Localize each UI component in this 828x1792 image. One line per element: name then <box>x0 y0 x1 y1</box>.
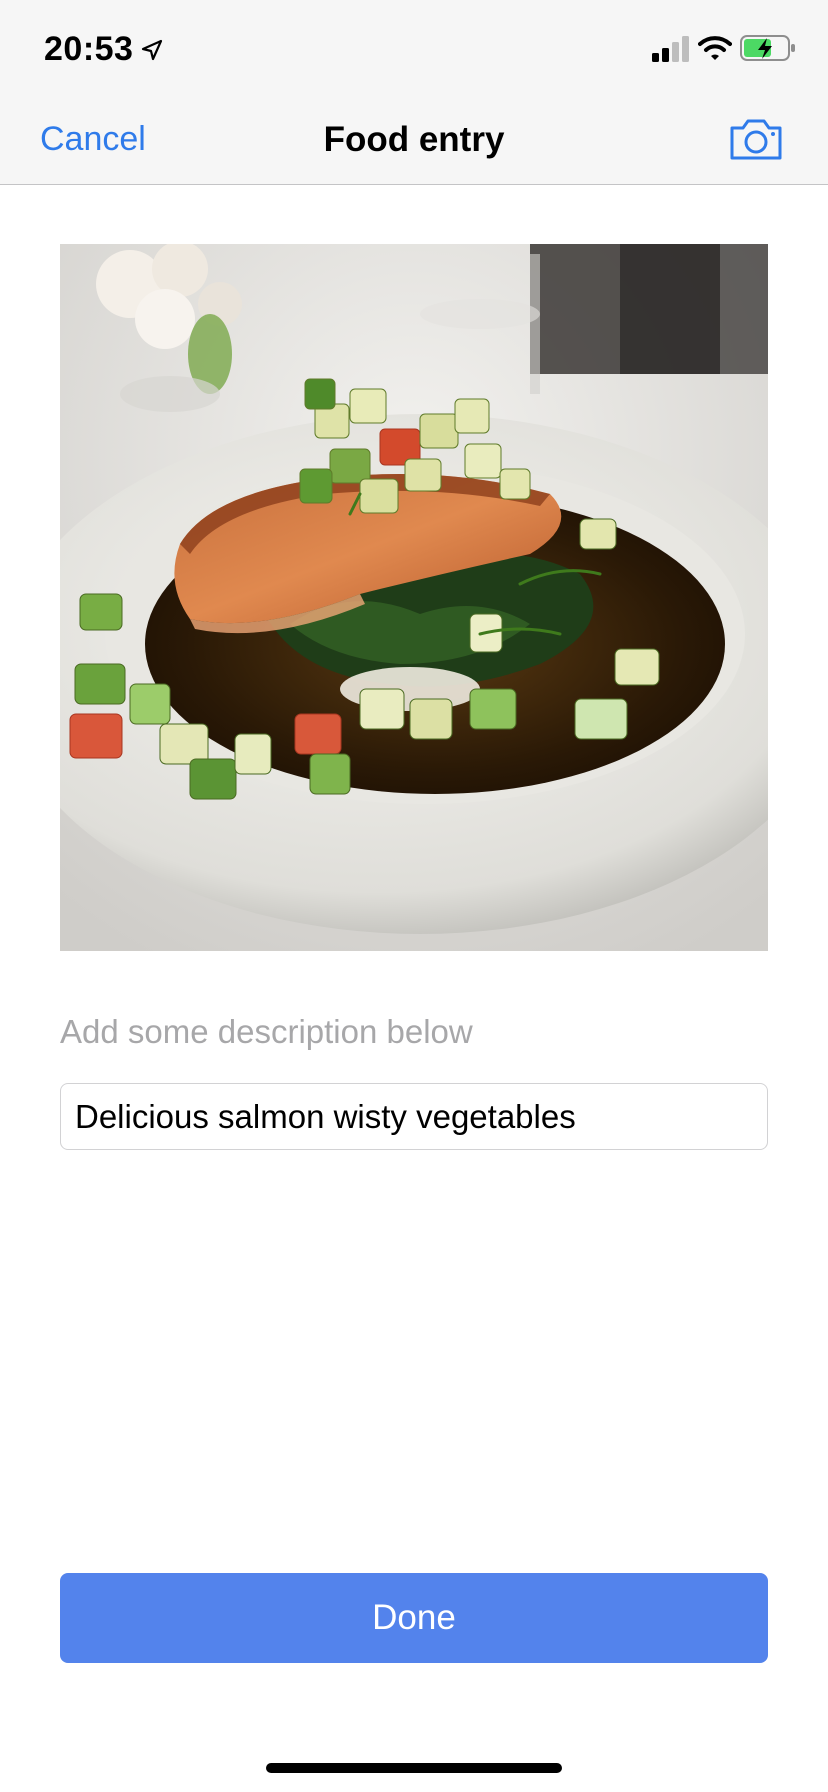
cellular-signal-icon <box>652 36 689 62</box>
food-photo <box>60 244 768 951</box>
nav-bar: Cancel Food entry <box>0 92 828 185</box>
camera-icon <box>730 119 782 160</box>
location-arrow-icon <box>141 39 163 61</box>
food-illustration <box>60 244 768 951</box>
cancel-button[interactable]: Cancel <box>40 120 146 159</box>
done-button[interactable]: Done <box>60 1573 768 1663</box>
status-bar: 20:53 <box>0 0 828 92</box>
description-input[interactable] <box>60 1083 768 1150</box>
description-label: Add some description below <box>60 1013 473 1050</box>
status-time: 20:53 <box>44 30 134 68</box>
wifi-icon <box>698 36 732 60</box>
camera-button[interactable] <box>728 116 784 162</box>
home-indicator <box>266 1763 562 1773</box>
battery-charging-icon <box>740 35 795 61</box>
